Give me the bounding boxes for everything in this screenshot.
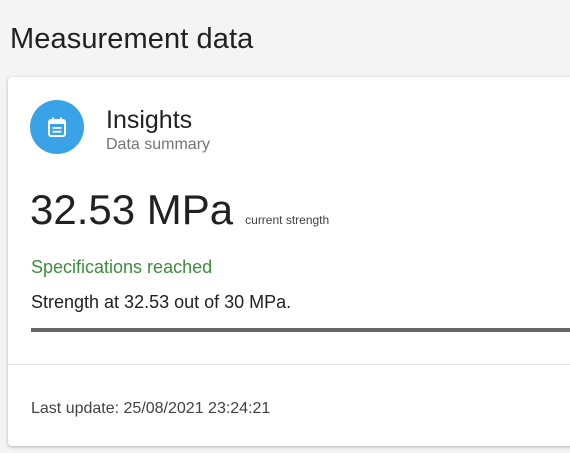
last-update-text: Last update: 25/08/2021 23:24:21 [31,400,271,417]
status-text: Specifications reached [31,257,213,277]
value-row: 32.53 MPa current strength [30,186,329,234]
progress-bar [31,328,570,332]
avatar [30,100,84,154]
card-subtitle: Data summary [106,136,211,153]
card-divider [8,364,570,365]
page: Measurement data Insights Data summary 3… [0,0,570,453]
card-title: Insights [106,106,193,134]
card-header: Insights Data summary [30,100,210,155]
header-text: Insights Data summary [106,105,210,155]
strength-value: 32.53 MPa [30,186,234,233]
page-title: Measurement data [10,23,254,55]
progress-fill [31,328,570,332]
strength-caption: current strength [245,213,330,227]
detail-text: Strength at 32.53 out of 30 MPa. [31,292,292,312]
insights-card: Insights Data summary 32.53 MPa current … [8,77,570,446]
calendar-note-icon [48,117,66,137]
